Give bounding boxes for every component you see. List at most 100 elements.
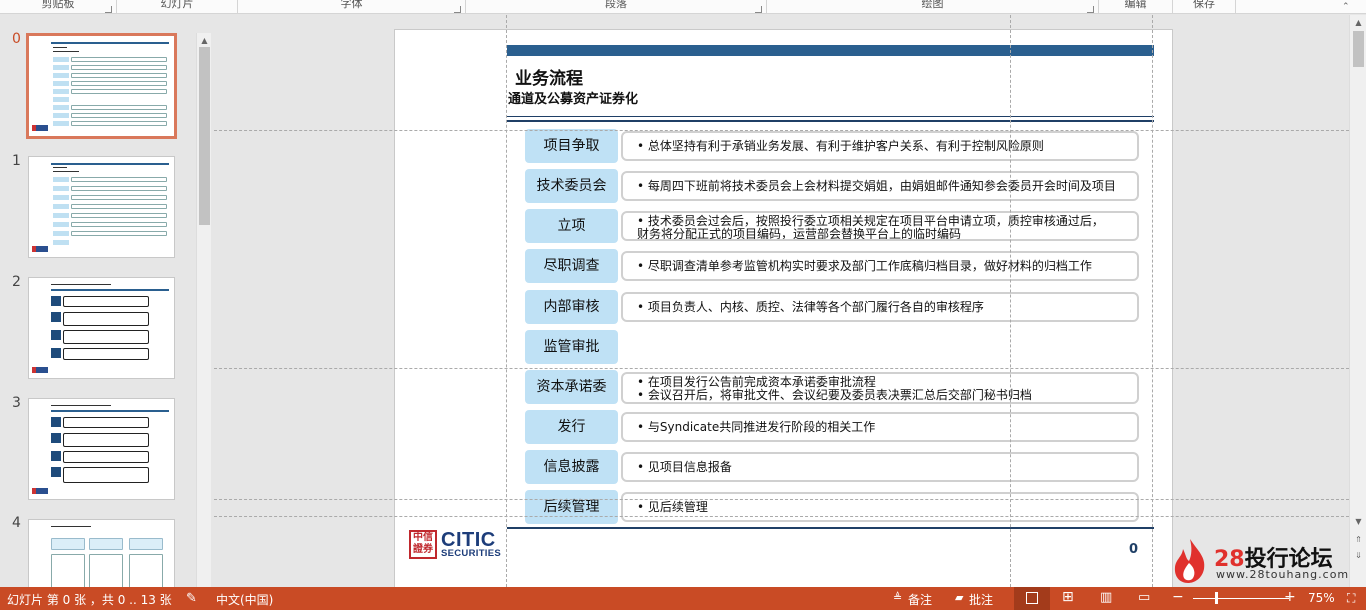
current-slide[interactable]: 业务流程 通道及公募资产证券化 项目争取 • 总体坚持有利于承销业务发展、有利于… <box>394 29 1173 587</box>
normal-view-icon <box>1026 592 1038 604</box>
drawing-guide[interactable] <box>506 15 507 587</box>
slide-subtitle[interactable]: 通道及公募资产证券化 <box>508 88 638 107</box>
thumbnail-scrollbar[interactable]: ▲ ▼ <box>196 33 211 587</box>
ribbon-group-label: 编辑 <box>1124 0 1147 10</box>
process-step-description[interactable]: • 项目负责人、内核、质控、法律等各个部门履行各自的审核程序 <box>621 292 1139 322</box>
ribbon-group-editing: 编辑 <box>1099 0 1173 14</box>
slide-thumbnail-3[interactable] <box>28 398 175 500</box>
slide-thumbnail-pane: 0 1 2 3 4 ▲ <box>0 15 212 587</box>
ribbon-group-clipboard: 剪贴板 <box>0 0 117 14</box>
title-divider <box>507 116 1154 117</box>
language-status[interactable]: 中文(中国) <box>216 591 273 608</box>
description-line: • 尽职调查清单参考监管机构实时要求及部门工作底稿归档目录，做好材料的归档工作 <box>637 259 1092 273</box>
description-line: • 每周四下班前将技术委员会上会材料提交娟姐，由娟姐邮件通知参会委员开会时间及项… <box>637 179 1116 193</box>
zoom-out-icon[interactable]: − <box>1172 589 1184 605</box>
description-line: • 与Syndicate共同推进发行阶段的相关工作 <box>637 420 876 434</box>
dialog-launcher-icon[interactable] <box>454 6 461 13</box>
ribbon-group-paragraph: 段落 <box>466 0 767 14</box>
process-row: 内部审核 • 项目负责人、内核、质控、法律等各个部门履行各自的审核程序 <box>525 290 1143 324</box>
zoom-level[interactable]: 75% <box>1308 591 1335 605</box>
slide-thumbnail-2[interactable] <box>28 277 175 379</box>
ribbon-group-label: 段落 <box>605 0 627 10</box>
description-line: • 会议召开后，将审批文件、会议纪要及委员表决票汇总后交部门秘书归档 <box>637 388 1032 402</box>
slide-page-number: 0 <box>1129 542 1139 557</box>
scroll-down-icon[interactable]: ▼ <box>1353 516 1364 527</box>
scroll-up-icon[interactable]: ▲ <box>199 35 210 46</box>
description-line: • 见项目信息报备 <box>637 460 732 474</box>
ribbon-group-font: 字体 <box>238 0 466 14</box>
process-step-label[interactable]: 立项 <box>525 209 618 243</box>
canvas-scrollbar[interactable]: ▲ ▼ ⇑ ⇓ <box>1349 15 1366 587</box>
description-line: • 项目负责人、内核、质控、法律等各个部门履行各自的审核程序 <box>637 300 984 314</box>
process-step-description[interactable]: • 见后续管理 <box>621 492 1139 522</box>
reading-view-icon[interactable]: ▥ <box>1100 590 1112 605</box>
notes-button[interactable]: 备注 <box>908 591 932 608</box>
drawing-guide[interactable] <box>1152 15 1153 587</box>
process-row: 监管审批 <box>525 330 1143 364</box>
process-step-label[interactable]: 项目争取 <box>525 129 618 163</box>
ribbon-group-label: 幻灯片 <box>160 0 194 10</box>
ribbon-group-labels: 剪贴板 幻灯片 字体 段落 绘图 编辑 保存 ⌃ <box>0 0 1366 14</box>
collapse-ribbon-icon[interactable]: ⌃ <box>1342 2 1350 12</box>
process-step-label[interactable]: 发行 <box>525 410 618 444</box>
slide-title[interactable]: 业务流程 <box>515 64 583 89</box>
drawing-guide[interactable] <box>1010 15 1011 587</box>
slide-thumbnail-4[interactable] <box>28 519 175 587</box>
process-step-description[interactable]: • 与Syndicate共同推进发行阶段的相关工作 <box>621 412 1139 442</box>
slide-thumbnail-0[interactable] <box>26 33 177 139</box>
process-step-description[interactable]: • 总体坚持有利于承销业务发展、有利于维护客户关系、有利于控制风险原则 <box>621 131 1139 161</box>
process-step-description[interactable]: • 在项目发行公告前完成资本承诺委审批流程 • 会议召开后，将审批文件、会议纪要及… <box>621 372 1139 404</box>
process-step-description[interactable]: • 见项目信息报备 <box>621 452 1139 482</box>
ribbon-group-drawing: 绘图 <box>767 0 1099 14</box>
process-row: 发行 • 与Syndicate共同推进发行阶段的相关工作 <box>525 410 1143 444</box>
next-slide-icon[interactable]: ⇓ <box>1353 550 1364 561</box>
slide-sorter-icon[interactable]: ⊞ <box>1062 589 1074 605</box>
process-step-label[interactable]: 内部审核 <box>525 290 618 324</box>
process-step-label[interactable]: 技术委员会 <box>525 169 618 203</box>
process-row: 信息披露 • 见项目信息报备 <box>525 450 1143 484</box>
drawing-guide[interactable] <box>214 499 1349 500</box>
zoom-slider-handle[interactable] <box>1215 592 1218 604</box>
description-line: 财务将分配正式的项目编码，运营部会替换平台上的临时编码 <box>637 227 962 241</box>
thumbnail-number: 3 <box>12 395 21 411</box>
spell-check-icon[interactable]: ✎ <box>186 591 197 606</box>
scroll-up-icon[interactable]: ▲ <box>1353 17 1364 28</box>
logo-subname: SECURITIES <box>441 548 502 559</box>
notes-icon[interactable]: ≜ <box>893 591 902 604</box>
slideshow-icon[interactable]: ▭ <box>1138 590 1150 605</box>
description-line: • 总体坚持有利于承销业务发展、有利于维护客户关系、有利于控制风险原则 <box>637 139 1044 153</box>
process-step-label[interactable]: 信息披露 <box>525 450 618 484</box>
process-step-label[interactable]: 后续管理 <box>525 490 618 524</box>
dialog-launcher-icon[interactable] <box>105 6 112 13</box>
ribbon-group-label: 字体 <box>340 0 363 10</box>
process-step-description[interactable]: • 尽职调查清单参考监管机构实时要求及部门工作底稿归档目录，做好材料的归档工作 <box>621 251 1139 281</box>
thumbnail-number: 0 <box>12 31 21 47</box>
previous-slide-icon[interactable]: ⇑ <box>1353 534 1364 545</box>
scrollbar-thumb[interactable] <box>1353 31 1364 67</box>
comments-button[interactable]: 批注 <box>969 591 993 608</box>
drawing-guide[interactable] <box>214 516 1349 517</box>
status-bar: 幻灯片 第 0 张 ，共 0 .. 13 张 ✎ 中文(中国) ≜ 备注 ▰ 批… <box>0 587 1366 610</box>
drawing-guide[interactable] <box>214 130 1349 131</box>
thumbnail-number: 1 <box>12 153 21 169</box>
logo-seal-text: 中信證券 <box>413 532 433 555</box>
slide-count-status[interactable]: 幻灯片 第 0 张 ，共 0 .. 13 张 <box>7 591 172 608</box>
drawing-guide[interactable] <box>214 368 1349 369</box>
fit-to-window-icon[interactable]: ⛶ <box>1347 591 1355 606</box>
scrollbar-thumb[interactable] <box>199 47 210 225</box>
slide-thumbnail-1[interactable] <box>28 156 175 258</box>
dialog-launcher-icon[interactable] <box>1087 6 1094 13</box>
zoom-slider[interactable] <box>1193 598 1289 599</box>
process-step-description[interactable]: • 技术委员会过会后，按照投行委立项相关规定在项目平台申请立项，质控审核通过后，… <box>621 211 1139 241</box>
description-line: • 见后续管理 <box>637 500 708 514</box>
comments-icon[interactable]: ▰ <box>955 591 963 604</box>
normal-view-button[interactable] <box>1014 587 1050 610</box>
process-row: 尽职调查 • 尽职调查清单参考监管机构实时要求及部门工作底稿归档目录，做好材料的… <box>525 249 1143 283</box>
process-step-label[interactable]: 资本承诺委 <box>525 370 618 404</box>
dialog-launcher-icon[interactable] <box>755 6 762 13</box>
process-step-label[interactable]: 尽职调查 <box>525 249 618 283</box>
process-step-description[interactable]: • 每周四下班前将技术委员会上会材料提交娟姐，由娟姐邮件通知参会委员开会时间及项… <box>621 171 1139 201</box>
flame-icon <box>1174 539 1205 583</box>
zoom-in-icon[interactable]: + <box>1284 589 1296 605</box>
process-step-label[interactable]: 监管审批 <box>525 330 618 364</box>
